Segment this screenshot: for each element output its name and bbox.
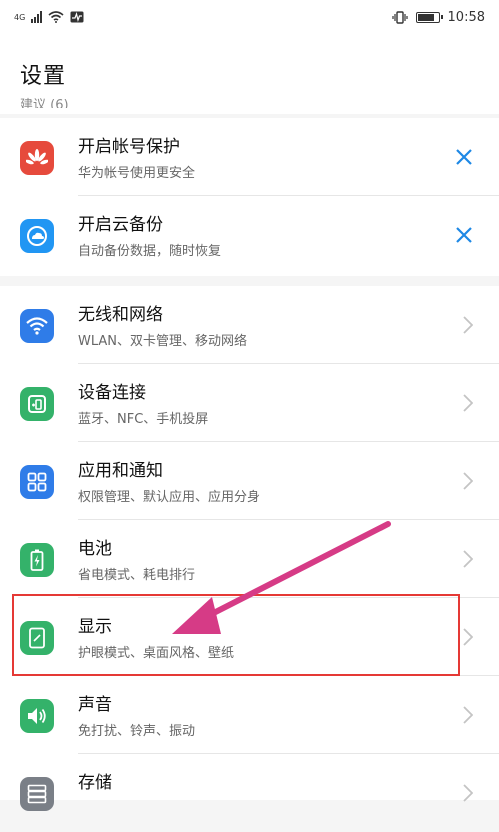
- settings-item-title: 设备连接: [78, 383, 146, 403]
- apps-grid-icon: [20, 465, 54, 499]
- suggestion-item-account-protection[interactable]: 开启帐号保护 华为帐号使用更安全: [0, 118, 499, 196]
- chevron-right-icon: [461, 470, 475, 492]
- storage-icon: [20, 777, 54, 811]
- close-icon: [456, 227, 472, 243]
- header: 设置: [0, 34, 499, 114]
- settings-item-subtitle: WLAN、双卡管理、移动网络: [78, 334, 248, 349]
- settings-item-subtitle: 蓝牙、NFC、手机投屏: [78, 412, 209, 427]
- battery-status-icon: [415, 11, 443, 23]
- suggestion-title: 开启帐号保护: [78, 137, 180, 157]
- settings-item-display[interactable]: 显示 护眼模式、桌面风格、壁纸: [0, 598, 499, 676]
- wifi-status-icon: [48, 11, 64, 23]
- settings-item-title: 无线和网络: [78, 305, 163, 325]
- chevron-right-icon: [461, 548, 475, 570]
- huawei-logo-icon: [20, 141, 54, 175]
- suggestions-header-cut: 建议 (6): [20, 98, 69, 108]
- dismiss-suggestion-button[interactable]: [451, 144, 477, 170]
- display-icon: [20, 621, 54, 655]
- settings-item-title: 存储: [78, 773, 112, 793]
- activity-icon: [70, 11, 84, 23]
- close-icon: [456, 149, 472, 165]
- settings-item-subtitle: 权限管理、默认应用、应用分身: [78, 490, 261, 505]
- signal-icon: [31, 11, 43, 23]
- vibrate-icon: [391, 10, 408, 24]
- settings-item-storage[interactable]: 存储: [0, 754, 499, 832]
- device-connection-icon: [20, 387, 54, 421]
- suggestion-item-cloud-backup[interactable]: 开启云备份 自动备份数据，随时恢复: [0, 196, 499, 274]
- suggestions-card: 开启帐号保护 华为帐号使用更安全 开启云备份 自动备份数据，随时恢复: [0, 118, 499, 276]
- chevron-right-icon: [461, 626, 475, 648]
- battery-icon: [20, 543, 54, 577]
- settings-item-wireless-network[interactable]: 无线和网络 WLAN、双卡管理、移动网络: [0, 286, 499, 364]
- settings-item-subtitle: 省电模式、耗电排行: [78, 568, 196, 583]
- settings-list: 无线和网络 WLAN、双卡管理、移动网络 设备连接 蓝牙、NFC、手机投屏 应用…: [0, 286, 499, 811]
- chevron-right-icon: [461, 704, 475, 726]
- settings-item-title: 电池: [78, 539, 112, 559]
- chevron-right-icon: [461, 392, 475, 414]
- settings-item-title: 声音: [78, 695, 112, 715]
- settings-item-apps-notifications[interactable]: 应用和通知 权限管理、默认应用、应用分身: [0, 442, 499, 520]
- settings-item-battery[interactable]: 电池 省电模式、耗电排行: [0, 520, 499, 598]
- suggestion-title: 开启云备份: [78, 215, 163, 235]
- settings-item-title: 显示: [78, 617, 112, 637]
- settings-item-sound[interactable]: 声音 免打扰、铃声、振动: [0, 676, 499, 754]
- status-time: 10:58: [447, 9, 485, 25]
- network-type: 4G: [14, 12, 26, 22]
- cloud-backup-icon: [20, 219, 54, 253]
- chevron-right-icon: [461, 782, 475, 804]
- settings-item-title: 应用和通知: [78, 461, 163, 481]
- status-bar: 4G 10:58: [0, 0, 499, 34]
- speaker-icon: [20, 699, 54, 733]
- dismiss-suggestion-button[interactable]: [451, 222, 477, 248]
- settings-item-device-connection[interactable]: 设备连接 蓝牙、NFC、手机投屏: [0, 364, 499, 442]
- wifi-icon: [20, 309, 54, 343]
- settings-item-subtitle: 免打扰、铃声、振动: [78, 724, 196, 739]
- chevron-right-icon: [461, 314, 475, 336]
- settings-item-subtitle: 护眼模式、桌面风格、壁纸: [78, 646, 235, 661]
- page-title: 设置: [20, 64, 67, 89]
- suggestion-subtitle: 自动备份数据，随时恢复: [78, 244, 222, 259]
- suggestion-subtitle: 华为帐号使用更安全: [78, 166, 196, 181]
